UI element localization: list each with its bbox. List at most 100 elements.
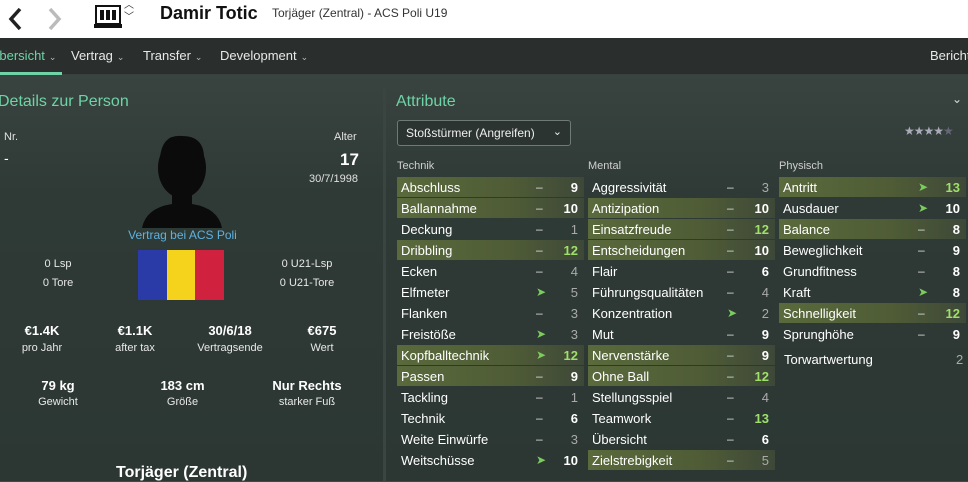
tab-menu: Übersicht⌄ Vertrag⌄ Transfer⌄ Developmen…	[0, 38, 968, 75]
attribute-name: Flanken	[401, 305, 448, 321]
attribute-row[interactable]: Zielstrebigkeit – 5	[588, 450, 775, 470]
attribute-value: 6	[761, 431, 769, 447]
trend-up-icon: ➤	[727, 306, 738, 320]
attribute-row[interactable]: Balance – 8	[779, 219, 966, 239]
technik-header: Technik	[397, 160, 435, 172]
back-button[interactable]	[0, 0, 30, 38]
attribute-value: 10	[754, 242, 769, 258]
attribute-name: Elfmeter	[401, 284, 450, 300]
player-switch-arrows[interactable]: ︿ ﹀	[124, 0, 134, 24]
player-name: Damir Totic	[160, 3, 258, 23]
attribute-row[interactable]: Flair – 6	[588, 261, 775, 281]
attribute-name: Kraft	[783, 284, 811, 300]
trend-flat-icon: –	[918, 306, 925, 320]
attribute-row[interactable]: Weite Einwürfe – 3	[397, 429, 584, 449]
attribute-row[interactable]: Flanken – 3	[397, 303, 584, 323]
tab-transfer[interactable]: Transfer ⌄	[143, 48, 202, 63]
forward-button[interactable]	[40, 0, 70, 38]
attribute-row[interactable]: Mut – 9	[588, 324, 775, 344]
trend-flat-icon: –	[536, 201, 543, 215]
contract-link[interactable]: Vertrag bei ACS Poli	[110, 228, 255, 242]
attribute-row[interactable]: Aggressivität – 3	[588, 177, 775, 197]
attribute-row[interactable]: Kraft ➤ 8	[779, 282, 966, 302]
attribute-value: 10	[563, 200, 578, 216]
attribute-row[interactable]: Abschluss – 9	[397, 177, 584, 197]
attribute-value: 8	[952, 284, 960, 300]
trend-flat-icon: –	[536, 369, 543, 383]
attribute-row[interactable]: Tackling – 1	[397, 387, 584, 407]
attribute-row[interactable]: Nervenstärke – 9	[588, 345, 775, 365]
trend-up-icon: ➤	[536, 285, 547, 299]
attributes-title: Attribute	[396, 93, 456, 110]
foot-value: Nur Rechts	[272, 378, 342, 393]
attribute-name: Abschluss	[401, 179, 461, 195]
attribute-row[interactable]: Ballannahme – 10	[397, 198, 584, 218]
attribute-row[interactable]: Übersicht – 6	[588, 429, 775, 449]
attribute-row[interactable]: Elfmeter ➤ 5	[397, 282, 584, 302]
value-label: Wert	[310, 342, 334, 354]
attribute-row[interactable]: Antritt ➤ 13	[779, 177, 966, 197]
collapse-chevron-icon[interactable]: ⌄	[952, 92, 962, 106]
mental-header: Mental	[588, 160, 622, 172]
attribute-row[interactable]: Technik – 6	[397, 408, 584, 428]
trend-flat-icon: –	[536, 411, 543, 425]
attribute-value: 12	[563, 347, 578, 363]
trend-flat-icon: –	[727, 348, 734, 362]
flag-stripe	[138, 250, 167, 300]
attribute-row[interactable]: Grundfitness – 8	[779, 261, 966, 281]
attribute-row[interactable]: Freistöße ➤ 3	[397, 324, 584, 344]
attribute-row[interactable]: Ohne Ball – 12	[588, 366, 775, 386]
u21-goals: 0 U21-Tore	[279, 277, 335, 289]
attribute-row[interactable]: Passen – 9	[397, 366, 584, 386]
tab-overview[interactable]: Übersicht⌄	[0, 48, 56, 63]
attribute-value: 13	[945, 179, 960, 195]
attribute-name: Führungsqualitäten	[592, 284, 704, 300]
attribute-value: 8	[952, 221, 960, 237]
trend-flat-icon: –	[918, 327, 925, 341]
attribute-row[interactable]: Beweglichkeit – 9	[779, 240, 966, 260]
attribute-value: 9	[570, 368, 578, 384]
attribute-row[interactable]: Antizipation – 10	[588, 198, 775, 218]
attribute-row[interactable]: Stellungsspiel – 4	[588, 387, 775, 407]
trend-flat-icon: –	[536, 243, 543, 257]
player-silhouette-icon	[142, 135, 222, 228]
role-select[interactable]: Stoßstürmer (Angreifen) ⌄	[397, 120, 571, 146]
attribute-value: 2	[761, 305, 769, 321]
attribute-row[interactable]: Ausdauer ➤ 10	[779, 198, 966, 218]
attribute-name: Teamwork	[592, 410, 652, 426]
attribute-row[interactable]: Ecken – 4	[397, 261, 584, 281]
trend-flat-icon: –	[918, 243, 925, 257]
attribute-row[interactable]: Entscheidungen – 10	[588, 240, 775, 260]
attribute-row[interactable]: Schnelligkeit – 12	[779, 303, 966, 323]
wage-label: pro Jahr	[21, 342, 63, 354]
attribute-name: Ausdauer	[783, 200, 839, 216]
attribute-row[interactable]: Einsatzfreude – 12	[588, 219, 775, 239]
attribute-row[interactable]: Teamwork – 13	[588, 408, 775, 428]
tab-report[interactable]: Bericht	[930, 48, 968, 63]
attribute-row[interactable]: Deckung – 1	[397, 219, 584, 239]
chevron-up-icon[interactable]: ︿	[124, 0, 134, 12]
gk-rating-label: Torwartwertung	[784, 352, 873, 367]
attribute-value: 9	[952, 326, 960, 342]
chevron-right-icon	[48, 7, 62, 31]
attribute-name: Deckung	[401, 221, 453, 237]
chevron-down-icon[interactable]: ﹀	[124, 12, 134, 24]
tab-contract[interactable]: Vertrag ⌄	[71, 48, 124, 63]
attribute-row[interactable]: Kopfballtechnik ➤ 12	[397, 345, 584, 365]
attribute-row[interactable]: Konzentration ➤ 2	[588, 303, 775, 323]
attribute-row[interactable]: Führungsqualitäten – 4	[588, 282, 775, 302]
aftertax-label: after tax	[115, 342, 155, 354]
chevron-down-icon: ⌄	[194, 52, 203, 62]
tab-development[interactable]: Development ⌄	[220, 48, 308, 63]
club-crest-icon[interactable]	[92, 2, 124, 30]
role-select-value: Stoßstürmer (Angreifen)	[406, 126, 535, 140]
attribute-row[interactable]: Dribbling – 12	[397, 240, 584, 260]
chevron-down-icon: ⌄	[552, 126, 562, 138]
tab-label: Übersicht	[0, 48, 45, 63]
attribute-row[interactable]: Weitschüsse ➤ 10	[397, 450, 584, 470]
trend-flat-icon: –	[727, 285, 734, 299]
attribute-row[interactable]: Sprunghöhe – 9	[779, 324, 966, 344]
attribute-value: 3	[570, 431, 578, 447]
attribute-name: Weitschüsse	[401, 452, 475, 468]
physisch-header: Physisch	[779, 160, 824, 172]
